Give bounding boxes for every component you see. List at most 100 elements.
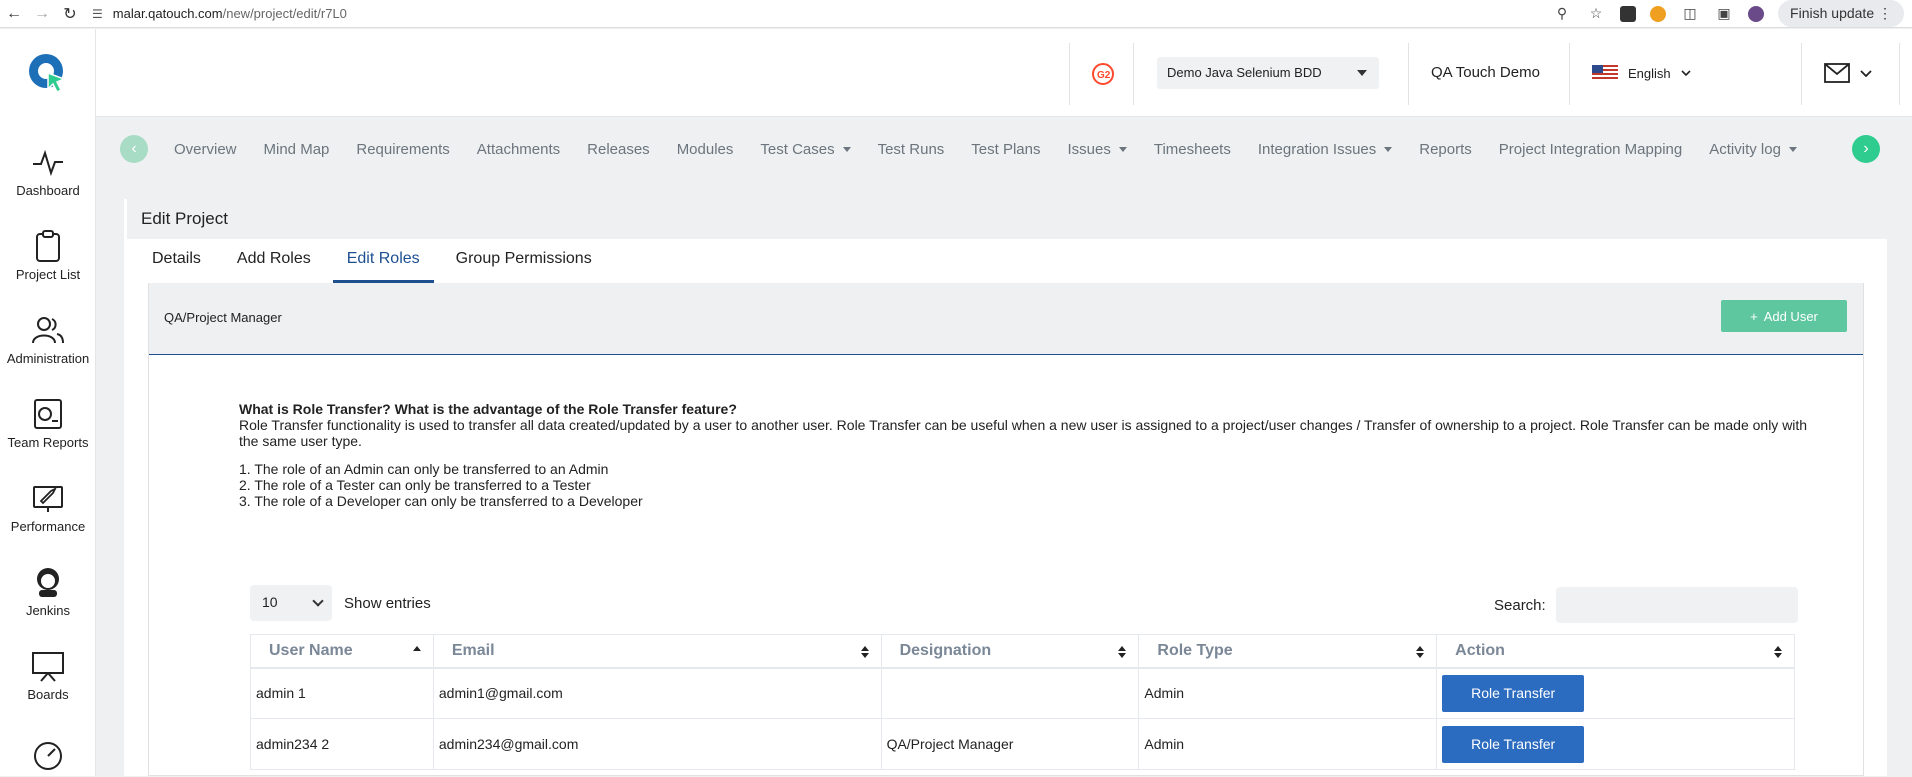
nav-link-requirements[interactable]: Requirements [356, 141, 449, 158]
sidebar-item-project-list[interactable]: Project List [0, 229, 96, 282]
nav-link-timesheets[interactable]: Timesheets [1154, 141, 1231, 158]
sidebar-item-productivity[interactable] [0, 739, 96, 777]
role-header: QA/Project Manager + Add User [149, 283, 1863, 355]
reload-icon[interactable]: ↻ [56, 0, 84, 28]
sidebar-item-dashboard[interactable]: Dashboard [0, 145, 96, 198]
back-icon[interactable]: ← [0, 0, 28, 28]
column-label: Role Type [1157, 641, 1233, 659]
info-rule: 1. The role of an Admin can only be tran… [239, 461, 609, 477]
header-divider [1133, 43, 1134, 105]
gauge-icon [34, 742, 62, 770]
nav-link-reports[interactable]: Reports [1419, 141, 1472, 158]
chevron-down-icon [1681, 70, 1691, 77]
sidebar-item-performance[interactable]: Performance [0, 481, 96, 534]
column-header-user-name[interactable]: User Name [250, 634, 434, 669]
table-header-row: User Name Email Designation Role Type Ac… [250, 634, 1795, 669]
nav-link-project-integration-mapping[interactable]: Project Integration Mapping [1499, 141, 1682, 158]
role-transfer-button[interactable]: Role Transfer [1442, 725, 1585, 763]
board-icon [32, 652, 64, 682]
sort-icon [1416, 646, 1425, 658]
role-title: QA/Project Manager [164, 310, 282, 325]
nav-link-attachments[interactable]: Attachments [477, 141, 560, 158]
extension-speed-icon[interactable] [1650, 5, 1667, 22]
sort-icon [860, 646, 869, 658]
info-question: What is Role Transfer? What is the advan… [239, 401, 737, 417]
address-bar[interactable]: ☰ malar.qatouch.com/new/project/edit/r7L… [92, 6, 347, 21]
nav-link-mind-map[interactable]: Mind Map [264, 141, 330, 158]
language-select[interactable]: English [1592, 65, 1691, 81]
report-icon [34, 399, 62, 429]
site-settings-icon[interactable]: ☰ [92, 7, 103, 21]
info-rule: 2. The role of a Tester can only be tran… [239, 477, 591, 493]
header-divider [1569, 43, 1570, 105]
main-sidebar: Dashboard Project List Administration Te… [0, 29, 96, 776]
table-row: admin 1 admin1@gmail.com Admin Role Tran… [250, 667, 1795, 719]
extension-selenium-icon[interactable] [1620, 5, 1637, 22]
jenkins-icon [37, 568, 59, 597]
users-icon [32, 317, 64, 344]
cell-action: Role Transfer [1436, 718, 1795, 770]
performance-icon [33, 486, 63, 512]
sidebar-item-jenkins[interactable]: Jenkins [0, 565, 96, 618]
svg-text:G2: G2 [1097, 70, 1111, 81]
tab-add-roles[interactable]: Add Roles [223, 250, 325, 283]
zoom-icon[interactable]: ⚲ [1552, 4, 1572, 24]
side-panel-icon[interactable]: ▣ [1714, 4, 1734, 24]
project-select[interactable]: Demo Java Selenium BDD [1157, 57, 1379, 89]
tab-details[interactable]: Details [138, 250, 215, 283]
plus-icon: + [1750, 308, 1758, 324]
extensions-puzzle-icon[interactable]: ◫ [1680, 4, 1700, 24]
role-transfer-button[interactable]: Role Transfer [1442, 674, 1585, 712]
add-user-button[interactable]: + Add User [1721, 300, 1847, 332]
nav-link-test-cases[interactable]: Test Cases [760, 141, 850, 158]
sidebar-item-label: Administration [6, 351, 90, 366]
column-label: User Name [269, 641, 353, 659]
url-path: /new/project/edit/r7L0 [222, 6, 347, 21]
nav-link-activity-log[interactable]: Activity log [1709, 141, 1797, 158]
cell-user-name: admin 1 [250, 667, 434, 719]
nav-link-releases[interactable]: Releases [587, 141, 650, 158]
cell-role-type: Admin [1138, 667, 1438, 719]
sort-icon [1118, 646, 1127, 658]
sidebar-item-administration[interactable]: Administration [0, 313, 96, 366]
mail-menu[interactable] [1824, 63, 1872, 83]
column-header-action[interactable]: Action [1436, 634, 1795, 669]
sidebar-item-team-reports[interactable]: Team Reports [0, 397, 96, 450]
sidebar-item-label: Jenkins [25, 603, 71, 618]
profile-icon[interactable] [1748, 5, 1765, 22]
column-label: Designation [899, 641, 992, 659]
column-header-role-type[interactable]: Role Type [1138, 634, 1438, 669]
nav-scroll-left-button[interactable]: ‹ [120, 135, 148, 163]
page-title: Edit Project [124, 199, 1887, 239]
bookmark-star-icon[interactable]: ☆ [1586, 4, 1606, 24]
entries-select[interactable]: 10 [250, 585, 332, 621]
edit-project-card: Edit Project Details Add Roles Edit Role… [124, 199, 1887, 776]
project-nav-links: Overview Mind Map Requirements Attachmen… [174, 118, 1824, 180]
users-table: User Name Email Designation Role Type Ac… [250, 634, 1795, 770]
column-header-designation[interactable]: Designation [880, 634, 1140, 669]
nav-link-integration-issues[interactable]: Integration Issues [1258, 141, 1392, 158]
tab-group-permissions[interactable]: Group Permissions [442, 250, 606, 283]
qatouch-logo-icon[interactable] [28, 53, 68, 93]
table-row: admin234 2 admin234@gmail.com QA/Project… [250, 718, 1795, 770]
nav-link-modules[interactable]: Modules [677, 141, 734, 158]
sort-asc-icon [412, 646, 421, 651]
nav-link-test-plans[interactable]: Test Plans [971, 141, 1040, 158]
column-header-email[interactable]: Email [432, 634, 882, 669]
nav-link-issues[interactable]: Issues [1068, 141, 1127, 158]
us-flag-icon [1592, 65, 1618, 81]
nav-link-test-runs[interactable]: Test Runs [878, 141, 945, 158]
project-select-value: Demo Java Selenium BDD [1167, 65, 1322, 80]
nav-scroll-right-button[interactable]: › [1852, 135, 1880, 163]
tab-edit-roles[interactable]: Edit Roles [332, 250, 434, 283]
sidebar-item-boards[interactable]: Boards [0, 649, 96, 702]
search-input[interactable] [1555, 587, 1798, 623]
pulse-icon [33, 149, 63, 177]
cell-user-name: admin234 2 [250, 718, 434, 770]
finish-update-button[interactable]: Finish update ⋮ [1778, 0, 1904, 27]
sort-icon [1774, 646, 1782, 658]
url-domain: malar.qatouch.com [112, 6, 223, 21]
g2-review-icon[interactable]: G2 [1092, 63, 1114, 85]
forward-icon[interactable]: → [28, 0, 56, 28]
nav-link-overview[interactable]: Overview [174, 141, 237, 158]
